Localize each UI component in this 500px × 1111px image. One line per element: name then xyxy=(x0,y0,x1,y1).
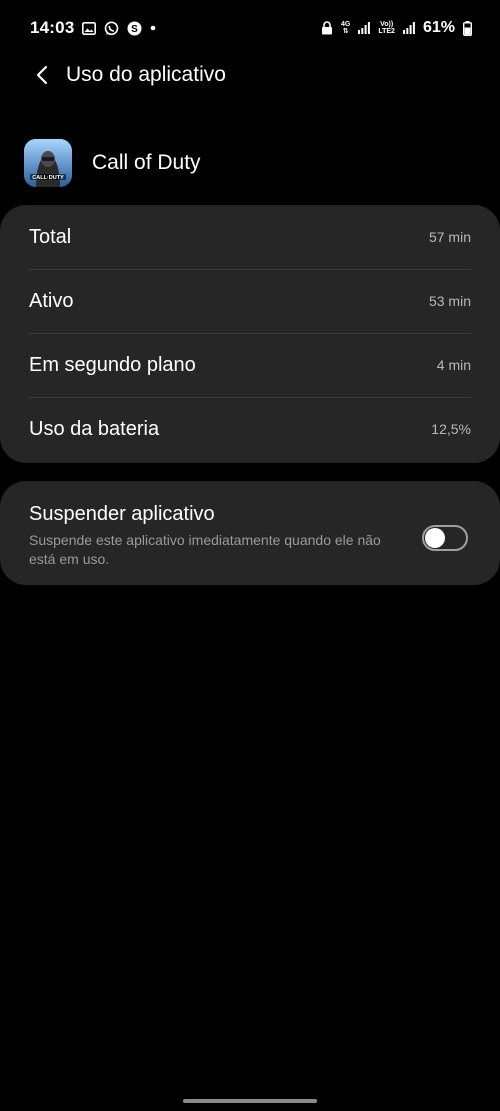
usage-row-active: Ativo 53 min xyxy=(0,269,500,333)
battery-percent: 61% xyxy=(422,19,455,36)
usage-row-battery[interactable]: Uso da bateria 12,5% xyxy=(0,397,500,461)
usage-total-label: Total xyxy=(29,225,72,248)
notification-dot-icon xyxy=(150,25,156,31)
usage-background-value: 4 min xyxy=(436,357,471,373)
page-title: Uso do aplicativo xyxy=(66,63,226,86)
usage-active-label: Ativo xyxy=(29,289,74,312)
suspend-app-card[interactable]: Suspender aplicativo Suspende este aplic… xyxy=(0,481,500,585)
svg-text:S: S xyxy=(132,24,139,35)
toggle-knob xyxy=(425,528,445,548)
usage-total-value: 57 min xyxy=(428,229,471,245)
lock-icon xyxy=(321,21,333,35)
back-button[interactable] xyxy=(22,55,62,95)
status-bar: 14:03 S 4G ⇅ Vo)) LTE2 61% xyxy=(0,0,500,56)
suspend-text-block: Suspender aplicativo Suspende este aplic… xyxy=(29,503,389,569)
suspend-toggle[interactable] xyxy=(422,525,468,551)
suspend-description: Suspende este aplicativo imediatamente q… xyxy=(29,532,381,567)
data-arrows-icon: ⇅ xyxy=(342,28,349,35)
usage-row-total: Total 57 min xyxy=(0,205,500,269)
network-4g-label: 4G xyxy=(341,21,351,28)
status-left: 14:03 S xyxy=(30,18,156,38)
status-time: 14:03 xyxy=(30,18,75,37)
volte-indicator: Vo)) LTE2 xyxy=(378,21,395,35)
status-right: 4G ⇅ Vo)) LTE2 61% xyxy=(321,19,472,37)
skype-icon: S xyxy=(127,21,142,36)
battery-icon xyxy=(463,20,472,36)
app-name: Call of Duty xyxy=(92,151,201,174)
usage-battery-label: Uso da bateria xyxy=(29,417,160,440)
volte-bottom-label: LTE2 xyxy=(378,28,395,35)
app-bar: Uso do aplicativo xyxy=(0,52,500,98)
volte-top-label: Vo)) xyxy=(380,21,394,28)
usage-background-label: Em segundo plano xyxy=(29,353,196,376)
app-icon-text: CALL·DUTY xyxy=(32,175,64,181)
network-type-indicator: 4G ⇅ xyxy=(341,21,350,35)
usage-row-background: Em segundo plano 4 min xyxy=(0,333,500,397)
gesture-nav-handle[interactable] xyxy=(183,1099,317,1103)
suspend-app-row: Suspender aplicativo Suspende este aplic… xyxy=(0,481,500,569)
call-of-duty-app-icon: CALL·DUTY xyxy=(24,139,72,187)
gallery-icon xyxy=(82,21,97,35)
whatsapp-icon xyxy=(104,21,119,36)
signal-icon xyxy=(402,22,415,34)
usage-battery-value: 12,5% xyxy=(431,421,471,437)
app-info-row: CALL·DUTY Call of Duty xyxy=(24,139,201,187)
back-arrow-icon xyxy=(36,65,48,85)
signal-icon xyxy=(358,22,371,34)
usage-active-value: 53 min xyxy=(428,293,471,309)
suspend-title: Suspender aplicativo xyxy=(29,503,215,525)
usage-card: Total 57 min Ativo 53 min Em segundo pla… xyxy=(0,205,500,463)
